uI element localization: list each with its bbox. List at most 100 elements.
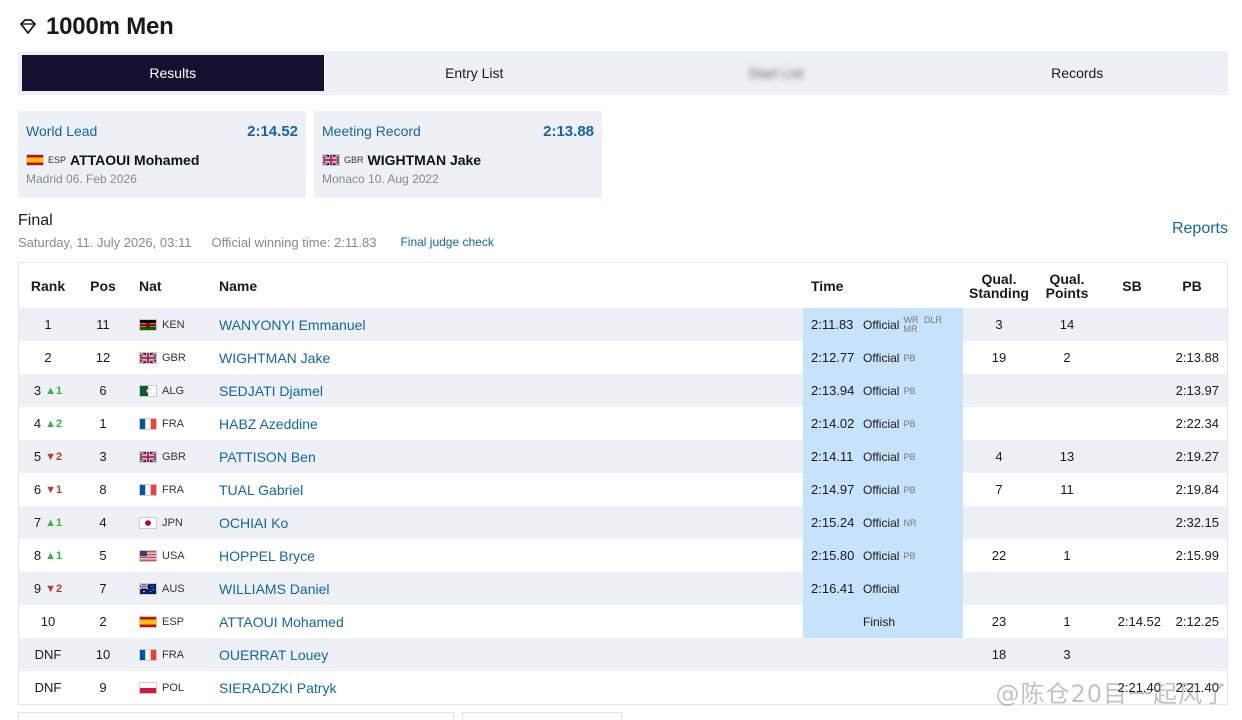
athlete-name-link[interactable]: OUERRAT Louey (219, 638, 779, 671)
nat-cell: FRA (139, 473, 209, 506)
col-pos[interactable]: Pos (85, 263, 121, 308)
sb-cell: 2:14.52 (1117, 614, 1161, 629)
time-cell: 2:13.94 Official PB (803, 374, 963, 407)
tab-results[interactable]: Results (22, 55, 324, 91)
time-cell (803, 638, 963, 671)
qual-standing-cell (967, 506, 1031, 539)
table-row: DNF 10 FRA OUERRAT Louey 18 3 (19, 638, 1227, 671)
qual-points-cell: 1 (1063, 548, 1071, 563)
pb-cell: 2:32.15 (1175, 515, 1219, 530)
athlete-name-link[interactable]: TUAL Gabriel (219, 473, 779, 506)
result-status: Official (863, 383, 900, 398)
result-status: Official (863, 581, 900, 596)
rank-cell: 4 ▲2 (19, 407, 77, 440)
sb-cell (1103, 374, 1161, 407)
col-name[interactable]: Name (219, 263, 779, 308)
tab-records[interactable]: Records (927, 51, 1229, 95)
nat-cell: AUS (139, 572, 209, 605)
flag-jpn-icon (139, 516, 157, 529)
col-qual-standing[interactable]: Qual. Standing (967, 263, 1031, 308)
col-pb[interactable]: PB (1165, 263, 1219, 308)
result-time: 2:13.94 (811, 383, 855, 398)
time-cell: 2:16.41 Official (803, 572, 963, 605)
country-code: USA (162, 549, 185, 562)
result-status: Official (863, 350, 900, 365)
arrow-up-icon: ▲ (45, 417, 56, 430)
athlete-name-link[interactable]: OCHIAI Ko (219, 506, 779, 539)
record-time: 2:14.52 (247, 122, 298, 140)
table-body: 1 11 KEN WANYONYI Emmanuel 2:11.83 Official WR… (19, 308, 1227, 704)
col-time[interactable]: Time (803, 263, 963, 308)
result-time: 2:14.02 (811, 416, 855, 431)
rank-value: 1 (44, 317, 52, 332)
rank-change-value: 2 (56, 450, 63, 463)
sb-cell (1103, 539, 1161, 572)
result-time: 2:11.83 (811, 317, 854, 332)
record-badges: WR DLR MR (903, 315, 943, 334)
athlete-name-link[interactable]: WANYONYI Emmanuel (219, 308, 779, 341)
arrow-up-icon: ▲ (45, 516, 56, 529)
athlete-name-link[interactable]: WIGHTMAN Jake (219, 341, 779, 374)
table-row: 2 12 GBR WIGHTMAN Jake 2:12.77 Official PB 19 2 2… (19, 341, 1227, 374)
rank-value: 2 (44, 350, 52, 365)
athlete-name-link[interactable]: ATTAOUI Mohamed (219, 605, 779, 638)
qual-points-cell (1035, 374, 1099, 407)
record-time: 2:13.88 (543, 122, 594, 140)
pos-cell: 2 (99, 614, 107, 629)
flag-fra-icon (139, 417, 157, 430)
result-status: Finish (863, 614, 896, 629)
athlete-name-link[interactable]: SEDJATI Djamel (219, 374, 779, 407)
result-status: Official (863, 317, 900, 332)
athlete-name-link[interactable]: HABZ Azeddine (219, 407, 779, 440)
col-sb[interactable]: SB (1103, 263, 1161, 308)
sb-cell (1103, 473, 1161, 506)
diamond-icon (20, 19, 36, 34)
arrow-down-icon: ▼ (45, 450, 56, 463)
qual-points-cell: 3 (1063, 647, 1071, 662)
reports-link[interactable]: Reports (1172, 220, 1228, 238)
athlete-name-link[interactable]: PATTISON Ben (219, 440, 779, 473)
time-cell: 2:15.80 Official PB (803, 539, 963, 572)
rank-value: 9 (33, 581, 42, 596)
athlete-name-link[interactable]: HOPPEL Bryce (219, 539, 779, 572)
athlete-name-link[interactable]: WILLIAMS Daniel (219, 572, 779, 605)
tab-entry-list[interactable]: Entry List (324, 51, 626, 95)
table-row: 9 ▼2 7 AUS WILLIAMS Daniel 2:16.41 Official (19, 572, 1227, 605)
country-code: FRA (162, 648, 184, 661)
sb-cell (1103, 308, 1161, 341)
results-table: Rank Pos Nat Name Time Qual. Standing Qu… (18, 262, 1228, 705)
time-cell: 2:14.02 Official PB (803, 407, 963, 440)
pb-cell: 2:12.25 (1175, 614, 1219, 629)
col-qual-points[interactable]: Qual. Points (1035, 263, 1099, 308)
country-code: FRA (162, 483, 184, 496)
col-rank[interactable]: Rank (19, 263, 77, 308)
rank-value: 7 (33, 515, 42, 530)
country-code: FRA (162, 417, 184, 430)
tab-label: Records (1051, 65, 1104, 81)
result-time: 2:15.80 (811, 548, 855, 563)
rank-change: ▼2 (45, 451, 62, 463)
time-cell: 2:12.77 Official PB (803, 341, 963, 374)
tab-blurred[interactable]: Start List (625, 51, 927, 95)
country-code: GBR (162, 351, 186, 364)
sb-cell (1103, 440, 1161, 473)
result-status: Official (863, 416, 900, 431)
flag-alg-icon (139, 384, 157, 397)
rank-cell: 5 ▼2 (19, 440, 77, 473)
pos-cell: 3 (99, 449, 107, 464)
country-code: AUS (162, 582, 185, 595)
athlete-name-link[interactable]: SIERADZKI Patryk (219, 671, 779, 704)
country-code: KEN (162, 318, 185, 331)
record-label: Meeting Record (322, 123, 421, 139)
page-header: 1000m Men (18, 10, 174, 44)
result-time: 2:16.41 (811, 581, 855, 596)
flag-fra-icon (139, 648, 157, 661)
col-nat[interactable]: Nat (139, 263, 209, 308)
time-cell: Finish (803, 605, 963, 638)
record-badge: PB (903, 550, 916, 561)
rank-cell: DNF (19, 638, 77, 671)
final-judge-check-link[interactable]: Final judge check (400, 235, 493, 249)
flag-ken-icon (139, 318, 157, 331)
time-cell: 2:14.97 Official PB (803, 473, 963, 506)
record-badge: NR (903, 517, 917, 528)
